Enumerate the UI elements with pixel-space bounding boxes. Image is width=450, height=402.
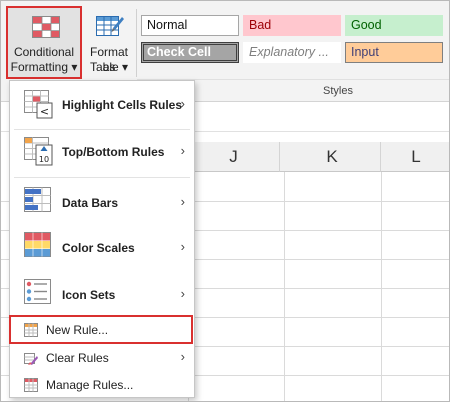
styles-group-label: Styles (323, 85, 353, 97)
menu-item-icon-sets[interactable]: Icon Sets › (10, 275, 194, 315)
style-bad[interactable]: Bad (243, 15, 341, 36)
menu-item-label: Clear Rules (46, 351, 109, 365)
submenu-chevron-icon: › (180, 239, 185, 254)
menu-item-data-bars[interactable]: Data Bars › (10, 183, 194, 223)
menu-separator (14, 129, 190, 130)
grid-column-line (381, 172, 382, 401)
highlight-cells-icon: < (24, 90, 53, 119)
style-good[interactable]: Good (345, 15, 443, 36)
menu-separator (14, 177, 190, 178)
style-normal[interactable]: Normal (141, 15, 239, 36)
conditional-formatting-button[interactable]: Conditional Formatting ▾ (6, 6, 82, 79)
submenu-chevron-icon: › (180, 194, 185, 209)
submenu-chevron-icon: › (180, 286, 185, 301)
menu-item-label: Color Scales (62, 241, 135, 255)
data-bars-icon (24, 187, 51, 212)
style-explanatory[interactable]: Explanatory ... (243, 42, 341, 63)
grid-column-line (284, 172, 285, 401)
submenu-chevron-icon: › (180, 143, 185, 158)
new-rule-highlight-box (9, 315, 193, 344)
menu-item-label: Icon Sets (62, 288, 116, 302)
column-header-l[interactable]: L (381, 142, 449, 172)
format-as-table-icon (96, 16, 124, 36)
svg-text:<: < (40, 105, 49, 118)
conditional-formatting-menu: < Highlight Cells Rules › 10 Top/Bottom … (9, 80, 195, 398)
top-bottom-icon: 10 (24, 137, 53, 166)
color-scales-icon (24, 232, 51, 257)
style-check-cell[interactable]: Check Cell (141, 42, 239, 63)
menu-item-label: Highlight Cells Rules (62, 98, 183, 112)
menu-item-color-scales[interactable]: Color Scales › (10, 228, 194, 268)
clear-rules-icon (24, 353, 38, 365)
conditional-formatting-label-line2: Formatting ▾ (10, 60, 78, 74)
menu-item-top-bottom-rules[interactable]: 10 Top/Bottom Rules › (10, 133, 194, 173)
conditional-formatting-label-line1: Conditional (13, 45, 75, 59)
submenu-chevron-icon: › (180, 349, 185, 364)
menu-item-label: Manage Rules... (46, 378, 134, 392)
column-header-j[interactable]: J (188, 142, 280, 172)
manage-rules-icon (24, 378, 38, 392)
conditional-formatting-icon (32, 16, 60, 38)
menu-item-highlight-cells-rules[interactable]: < Highlight Cells Rules › (10, 85, 194, 125)
format-as-table-label-line2: Table ▾ (89, 60, 129, 74)
menu-item-clear-rules[interactable]: Clear Rules › (10, 346, 194, 372)
column-header-k[interactable]: K (284, 142, 381, 172)
menu-item-label: Top/Bottom Rules (62, 145, 165, 159)
ribbon-separator (136, 9, 137, 77)
excel-window: Conditional Formatting ▾ Format as Table… (0, 0, 450, 402)
svg-text:10: 10 (39, 155, 49, 164)
format-as-table-button[interactable]: Format as Table ▾ (84, 8, 134, 78)
submenu-chevron-icon: › (180, 96, 185, 111)
menu-item-manage-rules[interactable]: Manage Rules... (10, 373, 194, 399)
menu-item-label: Data Bars (62, 196, 119, 210)
icon-sets-icon (24, 279, 51, 304)
style-input[interactable]: Input (345, 42, 443, 63)
